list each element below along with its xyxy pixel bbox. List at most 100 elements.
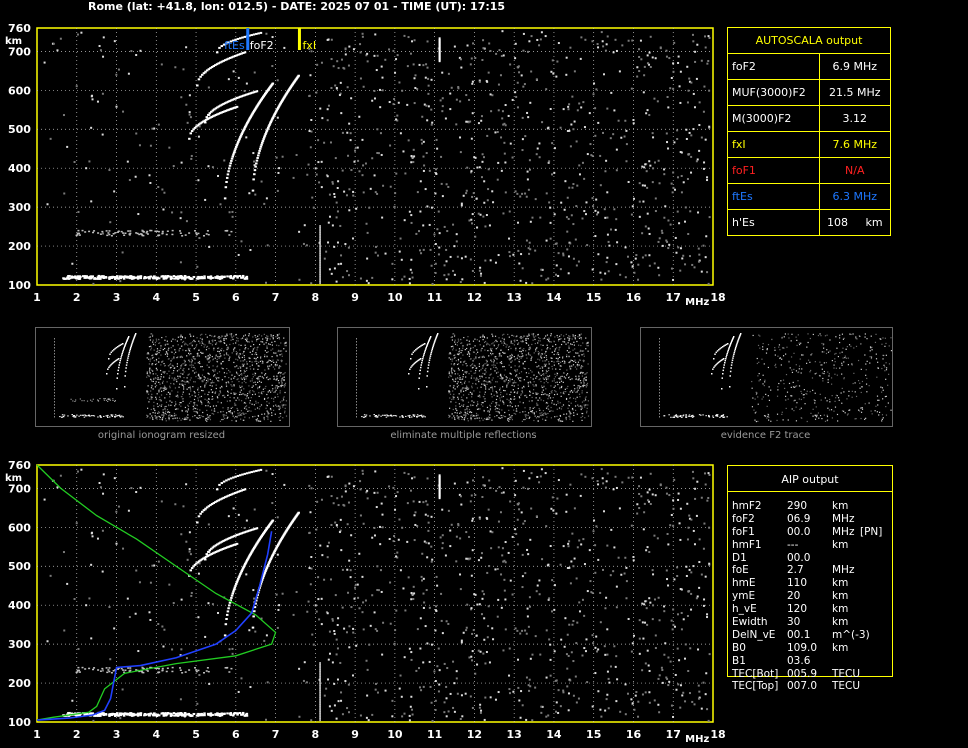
aip-value: 109.0	[787, 641, 818, 654]
autoscala-label: MUF(3000)F2	[727, 79, 820, 106]
aip-value: 007.0	[787, 680, 818, 693]
aip-unit: TECU	[832, 667, 861, 680]
y-tick-label: 600	[8, 84, 31, 97]
x-tick-label: 17	[666, 728, 681, 741]
aip-unit: km	[832, 590, 849, 603]
aip-unit: km	[832, 538, 849, 551]
x-tick-label: 8	[312, 728, 320, 741]
y-tick-label: 700	[8, 482, 31, 495]
x-tick-label: 5	[192, 728, 200, 741]
x-tick-label: 7	[272, 291, 280, 304]
aip-name: hmF2	[732, 500, 762, 512]
aip-name: foE	[732, 564, 749, 577]
fxi-marker-label: fxI	[302, 39, 316, 52]
y-tick-label: 200	[8, 240, 31, 253]
aip-name: B0	[732, 641, 746, 654]
autoscala-value: 6.9 MHz	[818, 53, 892, 80]
x-tick-label: 9	[351, 728, 359, 741]
aip-unit: km	[832, 500, 849, 512]
x-tick-label: 6	[232, 291, 240, 304]
x-tick-label: 17	[666, 291, 681, 304]
x-tick-label: 15	[586, 728, 601, 741]
autoscala-value: N/A	[818, 157, 892, 184]
x-tick-label: 9	[351, 291, 359, 304]
aip-name: DelN_vE	[732, 628, 776, 641]
y-tick-label: 300	[8, 201, 31, 214]
aip-row: foE 2.7 MHz	[732, 564, 932, 577]
aip-row: foF1 00.0 MHz [PN]	[732, 526, 932, 539]
x-unit-label: MHz	[685, 297, 709, 308]
x-tick-label: 13	[507, 291, 522, 304]
x-tick-label: 1	[33, 291, 41, 304]
aip-row: hmF1 --- km	[732, 539, 932, 552]
x-tick-label: 2	[73, 291, 81, 304]
aip-value: 30	[787, 616, 801, 629]
aip-name: foF2	[732, 512, 755, 525]
ftes-marker-label: ftEs	[224, 39, 245, 52]
x-tick-label: 5	[192, 291, 200, 304]
aip-value: 20	[787, 590, 801, 603]
aip-title: AIP output	[728, 466, 892, 492]
y-tick-label: 100	[8, 716, 31, 729]
y-tick-label: 500	[8, 123, 31, 136]
y-tick-label: 600	[8, 521, 31, 534]
x-tick-label: 18	[710, 291, 725, 304]
aip-name: TEC[Bot]	[732, 667, 779, 680]
aip-rows: hmF2 290 km foF2 06.9 MHz foF1 00.0 MHz [PN] hmF1 -…	[732, 500, 932, 693]
y-tick-label: 500	[8, 560, 31, 573]
aip-value: 120	[787, 603, 808, 616]
autoscala-value: 21.5 MHz	[818, 79, 892, 106]
aip-value: ---	[787, 538, 799, 551]
aip-row: DelN_vE 00.1 m^(-3)	[732, 629, 932, 642]
aip-value: 00.1	[787, 628, 811, 641]
aip-name: hmF1	[732, 538, 762, 551]
aip-extra: [PN]	[860, 525, 883, 538]
autoscala-label: foF2	[727, 53, 820, 80]
x-tick-label: 15	[586, 291, 601, 304]
aip-value: 005.9	[787, 667, 818, 680]
aip-name: foF1	[732, 525, 755, 538]
aip-unit: km	[832, 641, 849, 654]
x-tick-label: 2	[73, 728, 81, 741]
aip-row: hmE 110 km	[732, 577, 932, 590]
aip-row: ymE 20 km	[732, 590, 932, 603]
x-tick-label: 13	[507, 728, 522, 741]
ionogram-top: 760700600500400300200100km1 2 3 4 5 6 7 8 9 10 11 1…	[5, 22, 725, 308]
aip-name: B1	[732, 654, 746, 667]
x-tick-label: 18	[710, 728, 725, 741]
aip-row: foF2 06.9 MHz	[732, 513, 932, 526]
page-title: Rome (lat: +41.8, lon: 012.5) - DATE: 20…	[88, 0, 506, 13]
aip-name: Ewidth	[732, 616, 768, 629]
aip-name: TEC[Top]	[732, 680, 779, 693]
aip-row: TEC[Top] 007.0 TECU	[732, 680, 932, 693]
aip-name: D1	[732, 551, 747, 564]
aip-value: 2.7	[787, 564, 804, 577]
x-tick-label: 12	[467, 728, 482, 741]
aip-row: hmF2 290 km	[732, 500, 932, 513]
fof2-marker-label: foF2	[250, 39, 274, 52]
x-tick-label: 10	[387, 728, 403, 741]
aip-row: B1 03.6	[732, 655, 932, 668]
x-tick-label: 7	[272, 728, 280, 741]
autoscala-value: 7.6 MHz	[818, 131, 892, 158]
x-tick-label: 11	[427, 728, 442, 741]
aip-value: 00.0	[787, 525, 811, 538]
x-tick-label: 10	[387, 291, 403, 304]
aip-unit: km	[832, 603, 849, 616]
aip-value: 110	[787, 577, 808, 590]
aip-unit: MHz	[832, 512, 855, 525]
aip-row: D1 00.0	[732, 552, 932, 565]
ionogram-bottom: 760700600500400300200100km1 2 3 4 5 6 7 8 9 10 11 1…	[5, 459, 725, 745]
autoscala-label: h'Es	[727, 209, 820, 236]
autoscala-label: ftEs	[727, 183, 820, 210]
x-tick-label: 16	[626, 291, 642, 304]
aip-row: B0 109.0 km	[732, 642, 932, 655]
y-tick-label: 100	[8, 279, 31, 292]
aip-name: ymE	[732, 590, 756, 603]
y-unit-label: km	[5, 473, 22, 484]
x-tick-label: 3	[113, 728, 121, 741]
y-tick-label: 700	[8, 45, 31, 58]
aip-name: hmE	[732, 577, 756, 590]
aip-unit: m^(-3)	[832, 628, 870, 641]
x-tick-label: 8	[312, 291, 320, 304]
